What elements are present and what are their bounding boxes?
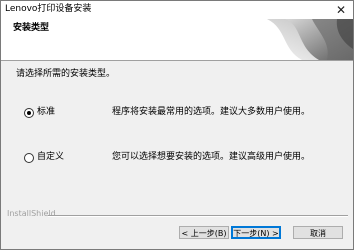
installer-window: Lenovo打印设备安装 ✕ 安装类型 请选择所需的安装类型。 标准 程序将安装… <box>0 0 354 250</box>
cancel-button[interactable]: 取消 <box>293 226 343 239</box>
window-title: Lenovo打印设备安装 <box>5 4 92 14</box>
next-button[interactable]: 下一步(N) > <box>231 226 281 239</box>
option-custom-description: 您可以选择想要安装的选项。建议高级用户使用。 <box>112 152 311 162</box>
banner-swirl-graphic <box>267 19 353 60</box>
installshield-brand: InstallShield <box>7 209 56 218</box>
footer-divider <box>48 215 348 217</box>
title-bar: Lenovo打印设备安装 ✕ <box>1 1 353 19</box>
header-banner: 安装类型 <box>1 19 353 61</box>
option-standard-description: 程序将安装最常用的选项。建议大多数用户使用。 <box>112 107 311 117</box>
option-standard-label[interactable]: 标准 <box>37 107 55 118</box>
radio-custom[interactable] <box>24 153 34 163</box>
radio-standard[interactable] <box>24 108 34 118</box>
back-button[interactable]: < 上一步(B) <box>179 226 229 239</box>
option-custom-label[interactable]: 自定义 <box>37 152 64 163</box>
close-icon[interactable]: ✕ <box>333 2 349 18</box>
page-title: 安装类型 <box>13 23 50 33</box>
instruction-text: 请选择所需的安装类型。 <box>16 69 116 79</box>
